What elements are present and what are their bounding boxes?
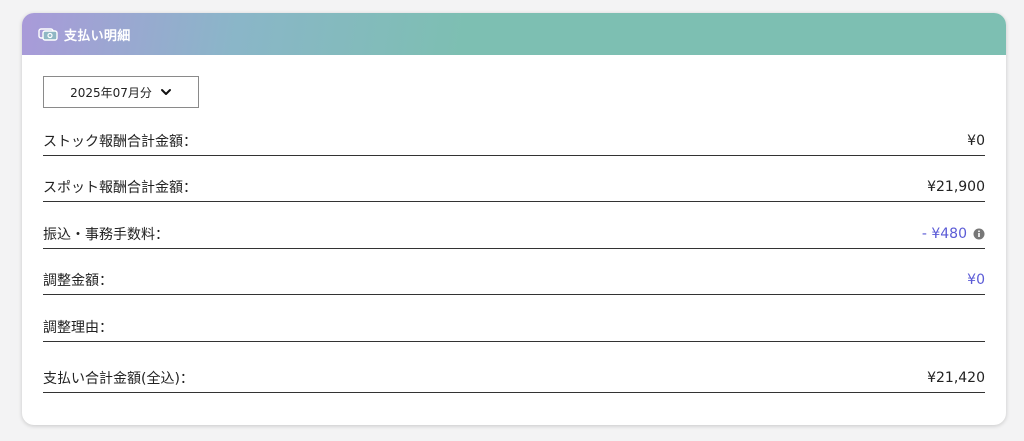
- info-icon[interactable]: [973, 228, 985, 240]
- row-value: ¥0: [967, 272, 985, 288]
- row-spot-total: スポット報酬合計金額： ¥21,900: [43, 173, 985, 202]
- payment-details-card: 支払い明細 2025年07月分 ストック報酬合計金額： ¥0 スポット報酬合計金…: [22, 13, 1006, 425]
- row-adjustment-amount: 調整金額： ¥0: [43, 266, 985, 295]
- row-value: - ¥480: [921, 226, 967, 242]
- row-label: 振込・事務手数料：: [43, 227, 169, 243]
- row-label: 支払い合計金額(全込)：: [43, 371, 194, 387]
- row-payment-total: 支払い合計金額(全込)： ¥21,420: [43, 364, 985, 393]
- month-dropdown-value: 2025年07月分: [70, 85, 152, 100]
- row-value: ¥21,420: [927, 370, 985, 386]
- card-title: 支払い明細: [64, 28, 131, 44]
- row-label: スポット報酬合計金額：: [43, 180, 197, 196]
- fee-value-wrapper: - ¥480: [922, 226, 985, 242]
- row-adjustment-reason: 調整理由：: [43, 313, 985, 342]
- month-dropdown[interactable]: 2025年07月分: [43, 76, 199, 108]
- chevron-down-icon: [160, 86, 172, 98]
- row-label: ストック報酬合計金額：: [43, 134, 197, 150]
- row-value: ¥0: [967, 133, 985, 149]
- row-value: ¥21,900: [927, 179, 985, 195]
- card-header: 支払い明細: [22, 13, 1006, 55]
- row-label: 調整理由：: [43, 320, 113, 336]
- row-label: 調整金額：: [43, 273, 113, 289]
- money-icon: [38, 27, 58, 41]
- row-stock-total: ストック報酬合計金額： ¥0: [43, 127, 985, 156]
- row-transfer-fee: 振込・事務手数料： - ¥480: [43, 220, 985, 249]
